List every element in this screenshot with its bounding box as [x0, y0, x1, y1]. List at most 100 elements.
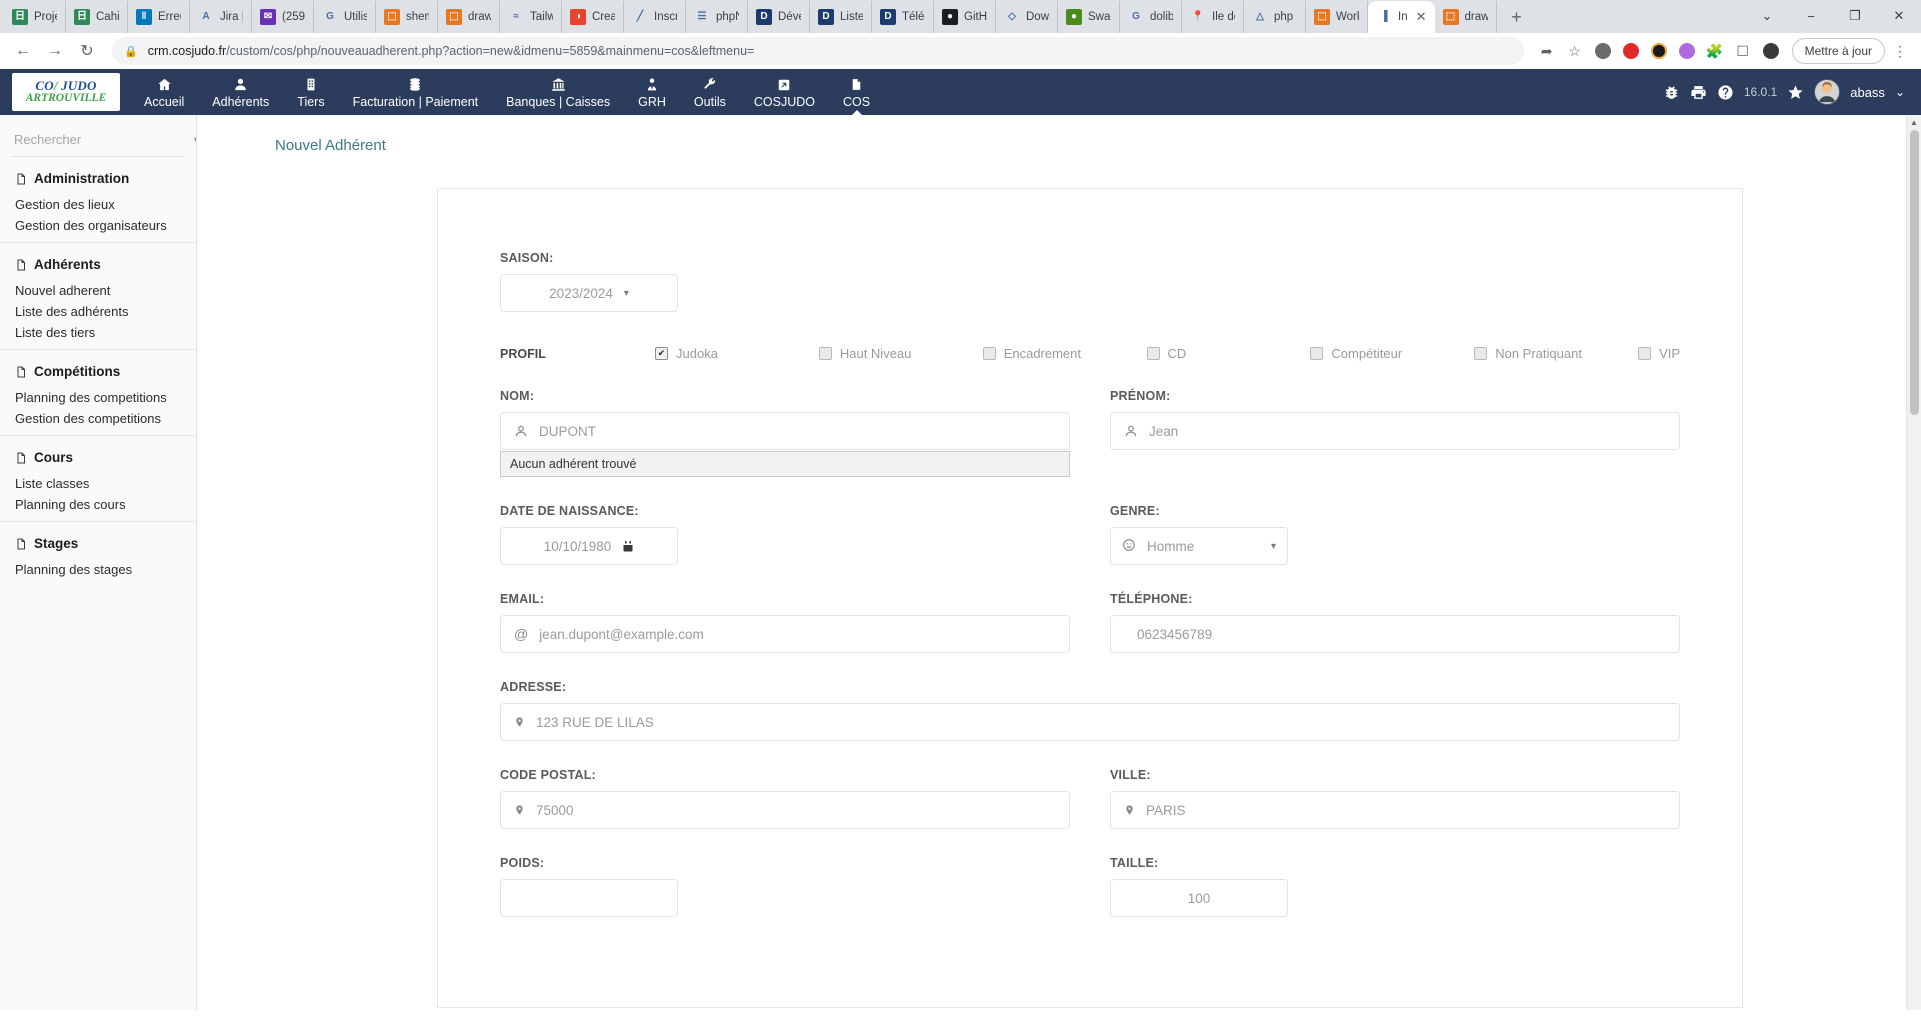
- profil-checkbox-non-pratiquant[interactable]: Non Pratiquant: [1474, 346, 1638, 361]
- maximize-button[interactable]: ❐: [1833, 1, 1877, 31]
- browser-tab[interactable]: △ php -: [1244, 1, 1306, 33]
- ville-input[interactable]: PARIS: [1110, 791, 1680, 829]
- nav-item-adh-rents[interactable]: Adhérents: [198, 69, 283, 115]
- browser-tab[interactable]: ⬚ draw: [438, 1, 500, 33]
- checkbox[interactable]: [818, 347, 832, 360]
- search-input[interactable]: [12, 131, 192, 148]
- forward-button[interactable]: →: [40, 36, 70, 66]
- profil-checkbox-comp-titeur[interactable]: Compétiteur: [1310, 346, 1474, 361]
- browser-tab[interactable]: 日 Cahie: [66, 1, 128, 33]
- sidebar-link[interactable]: Planning des cours: [0, 494, 196, 515]
- adblockplus-icon[interactable]: [1618, 38, 1644, 64]
- sidebar-link[interactable]: Liste des adhérents: [0, 301, 196, 322]
- help-icon[interactable]: [1717, 84, 1734, 101]
- browser-tab[interactable]: Gdolib: [1120, 1, 1182, 33]
- scrollbar-thumb[interactable]: [1910, 130, 1919, 415]
- browser-tab[interactable]: ◑ Creat: [562, 1, 624, 33]
- puzzle-icon[interactable]: 🧩: [1702, 38, 1728, 64]
- checkbox[interactable]: [1146, 347, 1160, 360]
- checkbox[interactable]: [1638, 347, 1652, 360]
- browser-tab[interactable]: ‖ Erreu: [128, 1, 190, 33]
- sidebar-search[interactable]: ▼: [12, 123, 196, 157]
- browser-tab[interactable]: A Jira |: [190, 1, 252, 33]
- saison-select[interactable]: 2023/2024 ▾: [500, 274, 678, 312]
- telephone-input[interactable]: 0623456789: [1110, 615, 1680, 653]
- browser-tab[interactable]: ⬚ shem: [376, 1, 438, 33]
- genre-select[interactable]: Homme ▾: [1110, 527, 1288, 565]
- browser-tab[interactable]: D Liste: [810, 1, 872, 33]
- tab-search-icon[interactable]: ⌄: [1745, 1, 1789, 31]
- browser-tab[interactable]: 📍 Ile de: [1182, 1, 1244, 33]
- nom-autocomplete-result[interactable]: Aucun adhérent trouvé: [500, 451, 1070, 477]
- sidebar-group-header[interactable]: Stages: [0, 522, 196, 559]
- code-postal-input[interactable]: 75000: [500, 791, 1070, 829]
- sidebar-group-header[interactable]: Cours: [0, 436, 196, 473]
- profil-checkbox-judoka[interactable]: Judoka: [655, 346, 819, 361]
- browser-tab[interactable]: ╱ Inscr: [624, 1, 686, 33]
- new-tab-button[interactable]: +: [1503, 3, 1531, 31]
- scroll-up-icon[interactable]: ▲: [1907, 115, 1921, 130]
- star-icon[interactable]: ☆: [1562, 38, 1588, 64]
- poids-input[interactable]: [500, 879, 678, 917]
- browser-tab[interactable]: 日 Proje: [4, 1, 66, 33]
- sidebar-link[interactable]: Gestion des organisateurs: [0, 215, 196, 236]
- nav-item-grh[interactable]: GRH: [624, 69, 680, 115]
- star-icon[interactable]: [1787, 84, 1804, 101]
- kebab-menu-icon[interactable]: ⋮: [1887, 38, 1913, 64]
- checkbox[interactable]: [1310, 347, 1324, 360]
- taille-input[interactable]: 100: [1110, 879, 1288, 917]
- minimize-button[interactable]: −: [1789, 1, 1833, 31]
- ghostery-icon[interactable]: [1590, 38, 1616, 64]
- browser-tab[interactable]: G Utilis: [314, 1, 376, 33]
- calendar-icon[interactable]: [622, 540, 634, 553]
- nom-input[interactable]: DUPONT: [500, 412, 1070, 450]
- profil-checkbox-haut-niveau[interactable]: Haut Niveau: [818, 346, 983, 361]
- date-naissance-input[interactable]: 10/10/1980: [500, 527, 678, 565]
- sidebar-link[interactable]: Planning des competitions: [0, 387, 196, 408]
- update-button[interactable]: Mettre à jour: [1791, 38, 1885, 64]
- sidebar-group-header[interactable]: Administration: [0, 157, 196, 194]
- metamask-icon[interactable]: [1646, 38, 1672, 64]
- prenom-input[interactable]: Jean: [1110, 412, 1680, 450]
- extension-purple-icon[interactable]: [1674, 38, 1700, 64]
- print-icon[interactable]: [1690, 84, 1707, 101]
- browser-tab[interactable]: ● GitHu: [934, 1, 996, 33]
- checkbox[interactable]: [655, 347, 668, 360]
- nav-item-facturation-paiement[interactable]: Facturation | Paiement: [339, 69, 493, 115]
- browser-tab[interactable]: ☰ phpN: [686, 1, 748, 33]
- profil-checkbox-cd[interactable]: CD: [1146, 346, 1311, 361]
- nav-item-banques-caisses[interactable]: Banques | Caisses: [492, 69, 624, 115]
- breadcrumb[interactable]: Nouvel Adhérent: [197, 115, 1921, 154]
- close-tab-icon[interactable]: ✕: [1416, 9, 1427, 25]
- sidebar-link[interactable]: Gestion des competitions: [0, 408, 196, 429]
- email-input[interactable]: @ jean.dupont@example.com: [500, 615, 1070, 653]
- nav-item-accueil[interactable]: Accueil: [130, 69, 198, 115]
- browser-tab[interactable]: ▐ In ✕: [1368, 1, 1435, 33]
- vertical-scrollbar[interactable]: ▲: [1906, 115, 1921, 1010]
- browser-tab[interactable]: D Déve: [748, 1, 810, 33]
- browser-tab[interactable]: ⬚ Work: [1306, 1, 1368, 33]
- adresse-input[interactable]: 123 RUE DE LILAS: [500, 703, 1680, 741]
- sidebar-group-header[interactable]: Adhérents: [0, 243, 196, 280]
- logo[interactable]: CO/ JUDO ARTROUVILLE: [12, 73, 120, 111]
- bug-icon[interactable]: [1663, 84, 1680, 101]
- close-window-button[interactable]: ✕: [1877, 1, 1921, 31]
- browser-tab[interactable]: ● Swag: [1058, 1, 1120, 33]
- browser-tab[interactable]: ◇ Dowr: [996, 1, 1058, 33]
- address-bar[interactable]: 🔒 crm.cosjudo.fr/custom/cos/php/nouveaua…: [112, 37, 1524, 65]
- profil-checkbox-vip[interactable]: VIP: [1638, 346, 1680, 361]
- nav-item-cosjudo[interactable]: COSJUDO: [740, 69, 829, 115]
- checkbox[interactable]: [982, 347, 996, 360]
- avatar[interactable]: [1814, 79, 1841, 105]
- profile-icon[interactable]: [1758, 38, 1784, 64]
- browser-tab[interactable]: ⬚ draw: [1435, 1, 1497, 33]
- nav-item-tiers[interactable]: Tiers: [283, 69, 338, 115]
- nav-item-cos[interactable]: COS: [829, 69, 884, 116]
- sidepanel-icon[interactable]: ☐: [1730, 38, 1756, 64]
- browser-tab[interactable]: ✉ (2595: [252, 1, 314, 33]
- browser-tab[interactable]: D Téléc: [872, 1, 934, 33]
- chevron-down-icon[interactable]: ⌄: [1895, 85, 1905, 99]
- sidebar-link[interactable]: Liste classes: [0, 473, 196, 494]
- profil-checkbox-encadrement[interactable]: Encadrement: [982, 346, 1147, 361]
- nav-item-outils[interactable]: Outils: [680, 69, 740, 115]
